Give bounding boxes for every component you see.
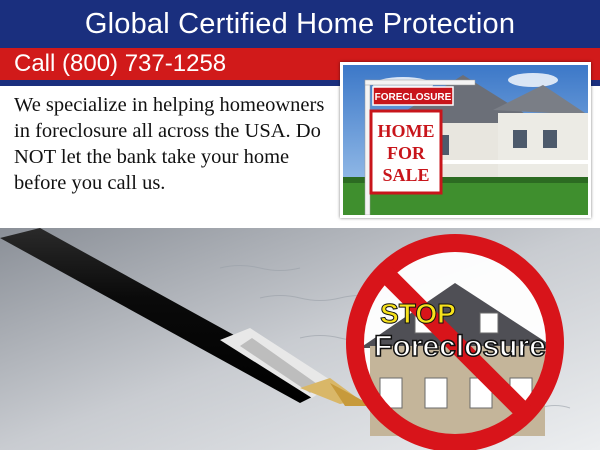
phone-number[interactable]: Call (800) 737-1258	[14, 48, 226, 80]
stop-text: STOP	[380, 298, 456, 329]
foreclosure-text: Foreclosure	[374, 330, 546, 363]
sign-line1: HOME	[378, 121, 435, 141]
foreclosure-house-photo: FORECLOSURE HOME FOR SALE	[340, 62, 591, 218]
sign-top-text: FORECLOSURE	[375, 92, 452, 103]
sign-line2: FOR	[387, 143, 426, 163]
intro-text: We specialize in helping homeowners in f…	[14, 94, 325, 194]
header-title: Global Certified Home Protection	[84, 7, 516, 40]
stop-foreclosure-photo: STOP Foreclosure	[0, 228, 600, 450]
header-banner: Global Certified Home Protection	[0, 0, 600, 48]
sign-line3: SALE	[382, 165, 429, 185]
